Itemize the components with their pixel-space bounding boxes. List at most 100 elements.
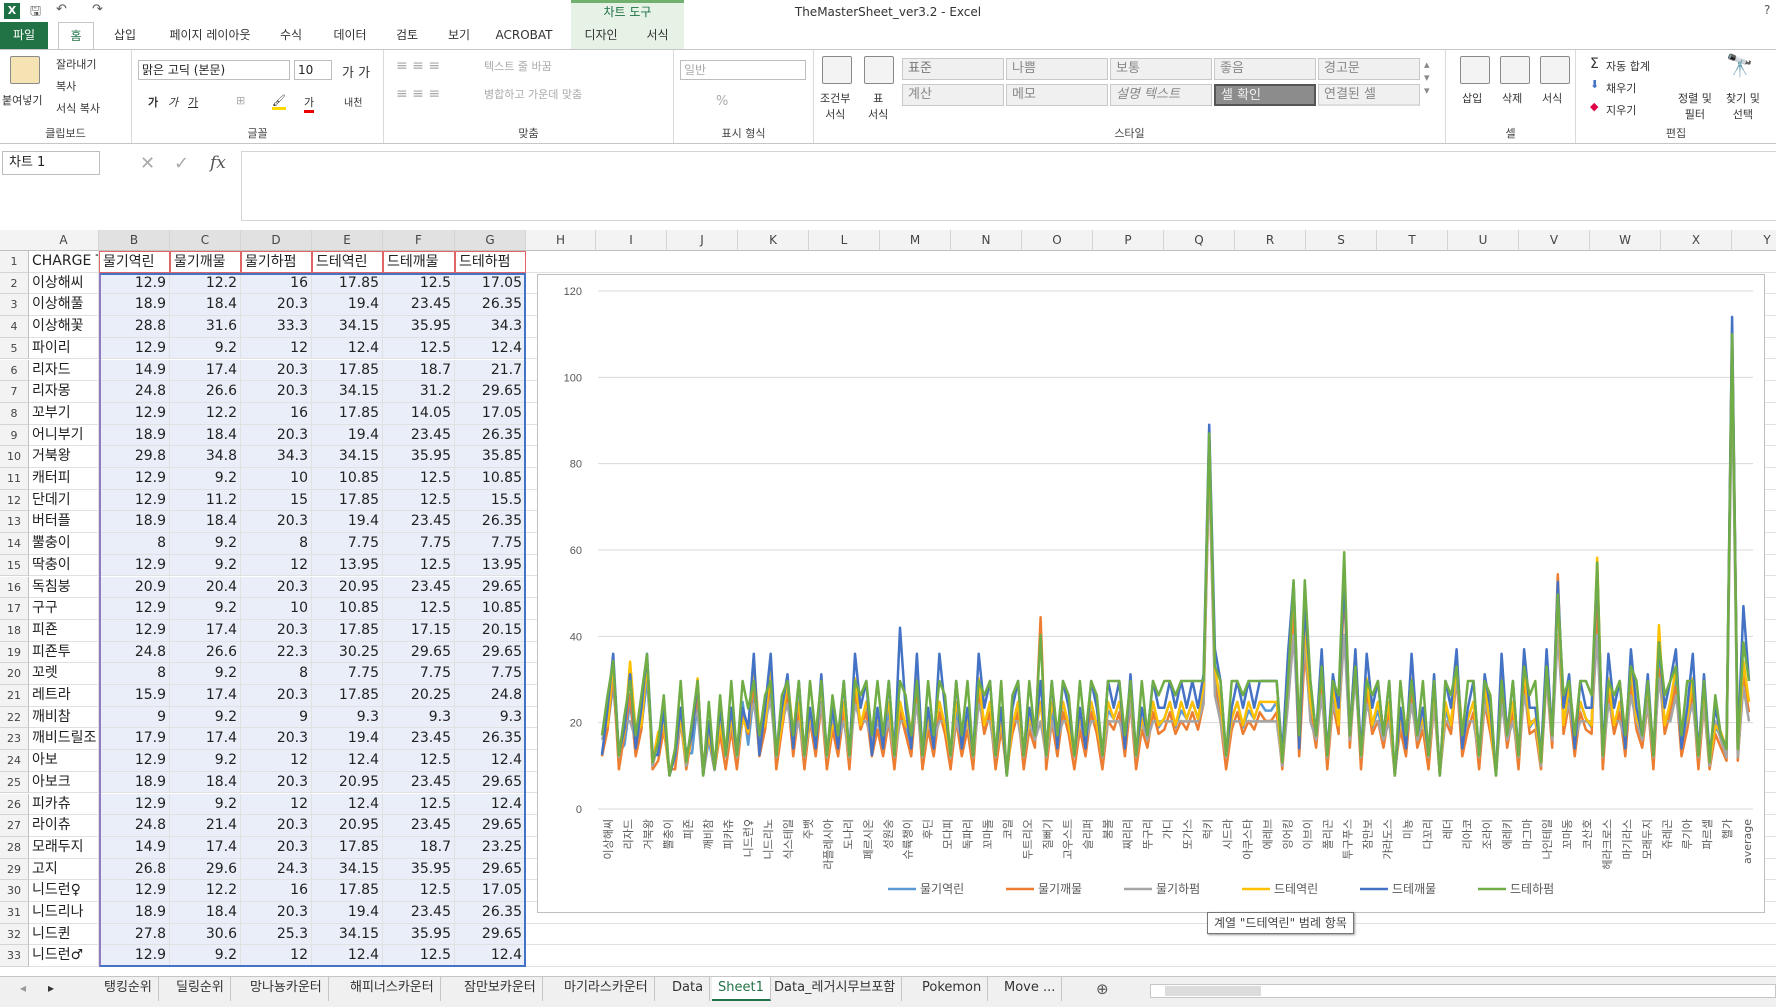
sheet-tab[interactable]: 딜링순위	[170, 977, 231, 1001]
row-header[interactable]: 22	[0, 706, 29, 729]
column-header[interactable]: U	[1448, 230, 1519, 251]
pokemon-name-cell[interactable]: 라이츄	[29, 815, 99, 837]
row-header[interactable]: 2	[0, 272, 29, 295]
pokemon-name-cell[interactable]: 이상해씨	[29, 272, 99, 295]
font-name-box[interactable]: 맑은 고딕 (본문)	[138, 60, 290, 80]
pokemon-name-cell[interactable]: 딱충이	[29, 554, 99, 577]
enter-icon[interactable]: ✓	[174, 153, 189, 174]
column-header[interactable]: M	[880, 230, 951, 251]
format-table-icon[interactable]	[864, 56, 894, 84]
tab-home[interactable]: 홈	[58, 22, 94, 49]
style-normal[interactable]: 표준	[902, 58, 1004, 80]
row-header[interactable]: 33	[0, 945, 29, 968]
styles-scroll-icon[interactable]: ▴ ▾ ▾	[1424, 58, 1430, 97]
phonetic-button[interactable]: 내천	[344, 94, 362, 109]
row-header[interactable]: 15	[0, 554, 29, 577]
font-color-icon[interactable]: 가	[304, 94, 315, 113]
column-header[interactable]: G	[455, 230, 526, 251]
sheet-tab[interactable]: Sheet1	[712, 977, 771, 1001]
row-header[interactable]: 8	[0, 402, 29, 425]
percent-button[interactable]: %	[716, 94, 728, 109]
cut-button[interactable]: 잘라내기	[56, 56, 96, 72]
copy-button[interactable]: 복사	[56, 78, 76, 94]
pokemon-name-cell[interactable]: 니드런♀	[29, 880, 99, 902]
tab-format[interactable]: 서식	[631, 22, 684, 49]
header-cell[interactable]: 물기깨물	[170, 251, 241, 273]
column-header[interactable]: O	[1022, 230, 1093, 251]
row-header[interactable]: 10	[0, 446, 29, 468]
row-header[interactable]: 7	[0, 381, 29, 403]
header-cell[interactable]: 물기역린	[99, 251, 170, 273]
pokemon-name-cell[interactable]: 꼬렛	[29, 663, 99, 685]
align-top-icon[interactable]: ≡ ≡ ≡	[396, 58, 440, 74]
fill-color-icon[interactable]: 🖌	[272, 94, 286, 110]
scrollbar-thumb[interactable]	[1165, 986, 1261, 996]
column-header[interactable]: L	[809, 230, 880, 251]
pokemon-name-cell[interactable]: 모래두지	[29, 836, 99, 859]
paste-icon[interactable]	[10, 56, 40, 84]
add-sheet-icon[interactable]: ⊕	[1096, 980, 1109, 998]
row-header[interactable]: 21	[0, 685, 29, 707]
pokemon-name-cell[interactable]: 버터플	[29, 511, 99, 534]
format-cells-button[interactable]: 서식	[1542, 90, 1562, 106]
tab-file[interactable]: 파일	[0, 22, 48, 49]
style-neutral[interactable]: 보통	[1110, 58, 1212, 80]
row-header[interactable]: 16	[0, 576, 29, 599]
row-header[interactable]: 1	[0, 251, 29, 273]
find-select-button[interactable]: 찾기 및 선택	[1726, 90, 1760, 122]
pokemon-name-cell[interactable]: 레트라	[29, 685, 99, 707]
delete-cells-icon[interactable]	[1500, 56, 1530, 84]
bold-button[interactable]: 가	[148, 94, 158, 110]
pokemon-name-cell[interactable]: 고지	[29, 858, 99, 881]
header-cell[interactable]: 드테하펌	[455, 251, 526, 273]
row-header[interactable]: 30	[0, 880, 29, 902]
sheet-tab[interactable]: 잠만보카운터	[458, 977, 543, 1001]
column-header[interactable]: J	[667, 230, 738, 251]
column-header[interactable]: D	[241, 230, 312, 251]
style-linked-cell[interactable]: 연결된 셀	[1318, 84, 1420, 106]
conditional-format-button[interactable]: 조건부 서식	[820, 90, 850, 122]
column-header[interactable]: S	[1306, 230, 1377, 251]
pokemon-name-cell[interactable]: 니드런♂	[29, 945, 99, 968]
paste-button[interactable]: 붙여넣기	[2, 92, 42, 108]
clear-button[interactable]: 지우기	[1606, 102, 1636, 118]
prev-sheet-icon[interactable]: ◂	[20, 981, 26, 995]
row-header[interactable]: 18	[0, 619, 29, 642]
row-header[interactable]: 14	[0, 533, 29, 555]
number-format-box[interactable]: 일반	[680, 60, 806, 80]
pokemon-name-cell[interactable]: 이상해꽃	[29, 316, 99, 338]
row-header[interactable]: 20	[0, 663, 29, 685]
column-header[interactable]: I	[596, 230, 667, 251]
next-sheet-icon[interactable]: ▸	[48, 981, 54, 995]
pokemon-name-cell[interactable]: 단데기	[29, 489, 99, 512]
sheet-tab[interactable]: 망나뇽카운터	[244, 977, 329, 1001]
row-header[interactable]: 12	[0, 489, 29, 512]
fill-button[interactable]: 채우기	[1606, 80, 1636, 96]
pokemon-name-cell[interactable]: 캐터피	[29, 468, 99, 490]
column-header[interactable]: C	[170, 230, 241, 251]
header-cell[interactable]: 드테깨물	[383, 251, 455, 273]
pokemon-name-cell[interactable]: 꼬부기	[29, 402, 99, 425]
format-table-button[interactable]: 표 서식	[868, 90, 888, 122]
tab-formulas[interactable]: 수식	[274, 22, 308, 49]
tab-insert[interactable]: 삽입	[108, 22, 142, 49]
style-warning[interactable]: 경고문	[1318, 58, 1420, 80]
sort-filter-button[interactable]: 정렬 및 필터	[1678, 90, 1712, 122]
horizontal-scrollbar[interactable]	[1150, 984, 1776, 998]
column-header[interactable]: K	[738, 230, 809, 251]
sheet-tab[interactable]: Data	[666, 977, 711, 1001]
merge-center-button[interactable]: 병합하고 가운데 맞춤	[484, 86, 582, 102]
tab-review[interactable]: 검토	[390, 22, 424, 49]
cancel-icon[interactable]: ✕	[140, 153, 155, 174]
pokemon-name-cell[interactable]: 아보크	[29, 771, 99, 794]
tab-data[interactable]: 데이터	[328, 22, 372, 49]
pokemon-name-cell[interactable]: 피카츄	[29, 793, 99, 816]
column-header[interactable]: Y	[1732, 230, 1776, 251]
pokemon-name-cell[interactable]: 깨비참	[29, 706, 99, 729]
font-size-box[interactable]: 10	[294, 60, 332, 80]
row-header[interactable]: 6	[0, 359, 29, 382]
row-header[interactable]: 9	[0, 424, 29, 447]
row-header[interactable]: 29	[0, 858, 29, 881]
column-header[interactable]: Q	[1164, 230, 1235, 251]
row-header[interactable]: 26	[0, 793, 29, 816]
